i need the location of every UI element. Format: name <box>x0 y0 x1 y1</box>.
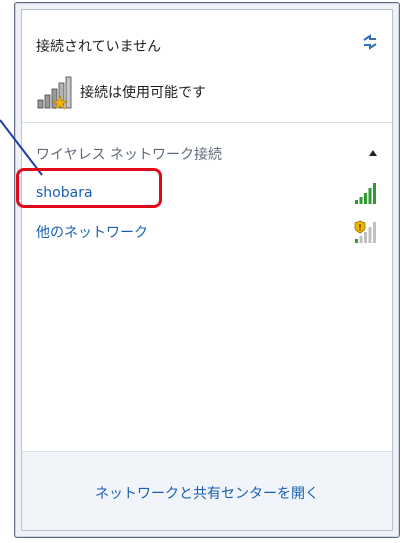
connection-available-text: 接続は使用可能です <box>80 85 206 101</box>
wifi-signal-shield-icon <box>354 220 376 243</box>
refresh-arrows-icon[interactable] <box>360 32 380 52</box>
network-label[interactable]: shobara <box>36 185 93 201</box>
network-item-shobara[interactable]: shobara <box>22 176 392 210</box>
chevron-up-icon[interactable] <box>368 149 378 157</box>
network-flyout-window: 接続されていません 接続は使用可能です ワイヤレス ネットワーク接続 shoba… <box>14 2 400 538</box>
network-flyout-panel: 接続されていません 接続は使用可能です ワイヤレス ネットワーク接続 shoba… <box>21 9 393 531</box>
section-divider <box>22 122 392 123</box>
signal-bars-with-star-icon <box>37 76 72 110</box>
flyout-footer: ネットワークと共有センターを開く <box>22 451 392 530</box>
network-item-other[interactable]: 他のネットワーク <box>22 215 392 249</box>
wifi-signal-strong-icon <box>355 183 376 204</box>
wireless-section-header[interactable]: ワイヤレス ネットワーク接続 <box>36 144 222 164</box>
connection-available-row: 接続は使用可能です <box>36 74 206 110</box>
screenshot-stage: 接続されていません 接続は使用可能です ワイヤレス ネットワーク接続 shoba… <box>0 0 405 543</box>
open-network-sharing-center-link[interactable]: ネットワークと共有センターを開く <box>22 483 392 503</box>
connection-status-title: 接続されていません <box>36 39 162 55</box>
network-label[interactable]: 他のネットワーク <box>36 222 148 242</box>
